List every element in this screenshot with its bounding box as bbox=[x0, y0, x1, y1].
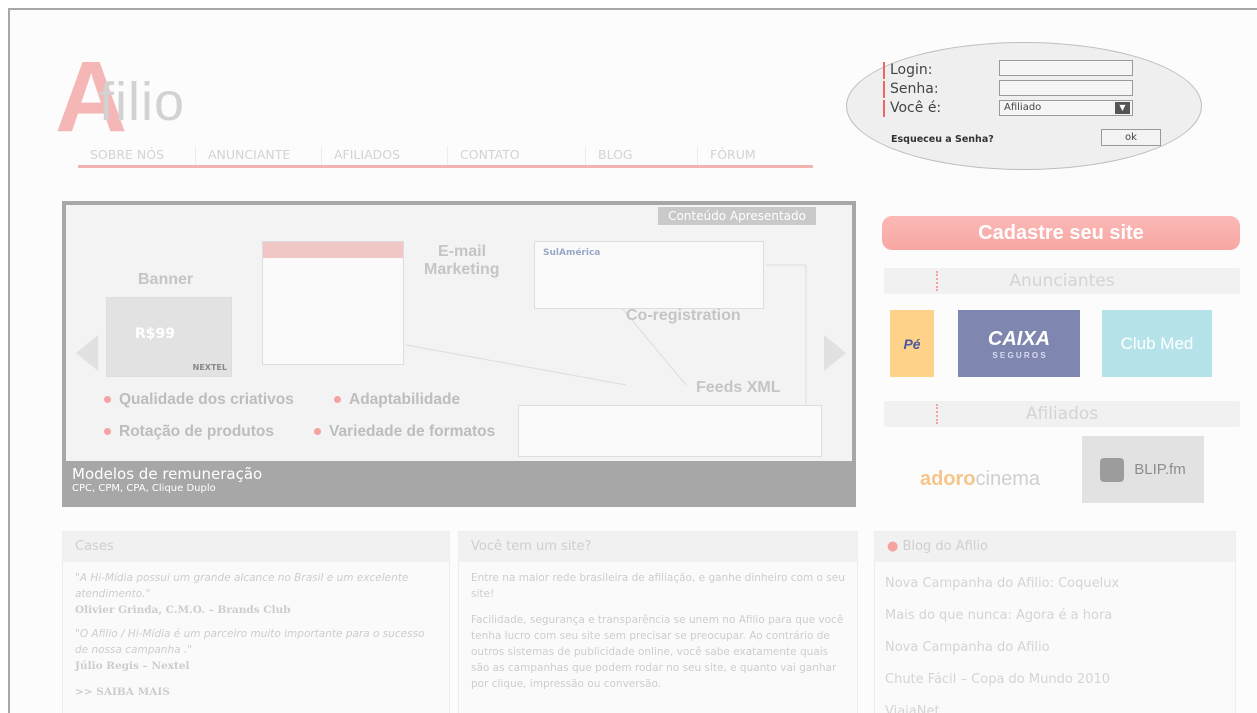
blog-link[interactable]: Mais do que nunca: Agora é a hora bbox=[875, 600, 1235, 632]
cadastre-site-button[interactable]: Cadastre seu site bbox=[882, 216, 1240, 250]
blog-link[interactable]: ViajaNet bbox=[875, 696, 1235, 713]
chevron-down-icon: ▼ bbox=[1115, 102, 1130, 114]
email-label-2: Marketing bbox=[424, 261, 500, 278]
caption-subtitle: CPC, CPM, CPA, Clique Duplo bbox=[72, 483, 216, 494]
case-quote-2: "O Afilio / Hi-Mídia é um parceiro muito… bbox=[75, 628, 425, 656]
blog-link[interactable]: Nova Campanha do Afilio bbox=[875, 632, 1235, 664]
nav-forum[interactable]: FÓRUM bbox=[698, 146, 810, 165]
rss-icon bbox=[1100, 457, 1125, 482]
email-label-1: E-mail bbox=[438, 243, 487, 260]
saiba-mais-link[interactable]: >> SAIBA MAIS bbox=[75, 684, 437, 700]
advertiser-logo-pe[interactable]: Pé bbox=[890, 310, 934, 377]
site-body: Facilidade, segurança e transparência se… bbox=[471, 614, 844, 690]
featured-carousel: Conteúdo Apresentado Banner R$99 NEXTEL … bbox=[62, 201, 856, 507]
featured-caption: Modelos de remuneração CPC, CPM, CPA, Cl… bbox=[72, 465, 262, 494]
login-input[interactable] bbox=[999, 60, 1133, 76]
header-divider bbox=[936, 404, 938, 424]
featured-tag: Conteúdo Apresentado bbox=[658, 207, 816, 225]
voce-label: Você é: bbox=[883, 100, 941, 117]
case-author-2: Júlio Regis – Nextel bbox=[75, 660, 190, 672]
user-type-select[interactable]: Afiliado ▼ bbox=[999, 100, 1133, 116]
bullet-adaptabilidade: Adaptabilidade bbox=[334, 391, 460, 409]
afilio-logo[interactable]: A filio bbox=[55, 47, 255, 147]
forgot-password-link[interactable]: Esqueceu a Senha? bbox=[891, 134, 994, 145]
nav-contato[interactable]: CONTATO bbox=[448, 146, 586, 165]
email-thumbnail bbox=[262, 241, 404, 365]
nav-anunciante[interactable]: ANUNCIANTE bbox=[196, 146, 322, 165]
featured-slide[interactable]: Conteúdo Apresentado Banner R$99 NEXTEL … bbox=[66, 205, 852, 461]
nav-blog[interactable]: BLOG bbox=[586, 146, 698, 165]
cases-panel: Cases "A Hi-Mídia possui um grande alcan… bbox=[62, 531, 450, 713]
blog-title: Blog do Afilio bbox=[902, 539, 988, 554]
coreg-label: Co-registration bbox=[626, 307, 741, 324]
banner-label: Banner bbox=[138, 271, 194, 288]
case-author-1: Olivier Grinda, C.M.O. – Brands Club bbox=[75, 604, 291, 616]
affiliate-logo-blip[interactable]: BLIP.fm bbox=[1082, 436, 1204, 503]
page-frame: A filio SOBRE NÓS ANUNCIANTE AFILIADOS C… bbox=[8, 8, 1257, 713]
caption-title: Modelos de remuneração bbox=[72, 465, 263, 483]
bullet-qualidade: Qualidade dos criativos bbox=[104, 391, 294, 409]
banner-brand: NEXTEL bbox=[192, 363, 227, 372]
anunciantes-title: Anunciantes bbox=[1009, 271, 1115, 291]
affiliate-logo-adorocinema[interactable]: adoro cinema bbox=[890, 446, 1070, 513]
cases-title: Cases bbox=[63, 532, 449, 562]
blog-link[interactable]: Chute Fácil – Copa do Mundo 2010 bbox=[875, 664, 1235, 696]
main-nav: SOBRE NÓS ANUNCIANTE AFILIADOS CONTATO B… bbox=[78, 146, 813, 168]
sulamerica-logo: SulAmérica bbox=[543, 248, 601, 258]
senha-input[interactable] bbox=[999, 80, 1133, 96]
blog-link[interactable]: Nova Campanha do Afilio: Coquelux bbox=[875, 568, 1235, 600]
user-type-value: Afiliado bbox=[1004, 102, 1042, 113]
coreg-thumbnail: SulAmérica bbox=[534, 241, 764, 309]
advertiser-logo-caixa[interactable]: CAIXA S E G U R O S bbox=[958, 310, 1080, 377]
feeds-thumbnail bbox=[518, 405, 822, 457]
nav-afiliados[interactable]: AFILIADOS bbox=[322, 146, 448, 165]
blog-header: ● Blog do Afilio bbox=[875, 532, 1235, 562]
case-quote-1: "A Hi-Mídia possui um grande alcance no … bbox=[75, 572, 409, 600]
carousel-next-arrow[interactable] bbox=[824, 335, 846, 371]
logo-word: filio bbox=[99, 72, 186, 132]
site-title: Você tem um site? bbox=[459, 532, 857, 562]
site-panel: Você tem um site? Entre na maior rede br… bbox=[458, 531, 858, 713]
blog-panel: ● Blog do Afilio Nova Campanha do Afilio… bbox=[874, 531, 1236, 713]
anunciantes-header: Anunciantes bbox=[884, 268, 1240, 294]
bullet-variedade: Variedade de formatos bbox=[314, 423, 495, 441]
header-divider bbox=[936, 271, 938, 291]
site-intro: Entre na maior rede brasileira de afilia… bbox=[471, 572, 845, 600]
banner-price: R$99 bbox=[135, 326, 176, 342]
pin-icon: ● bbox=[887, 539, 899, 554]
nav-sobre-nos[interactable]: SOBRE NÓS bbox=[78, 146, 196, 165]
advertiser-logo-clubmed[interactable]: Club Med bbox=[1102, 310, 1212, 377]
senha-label: Senha: bbox=[883, 81, 939, 98]
bullet-rotacao: Rotação de produtos bbox=[104, 423, 274, 441]
banner-thumbnail: R$99 NEXTEL bbox=[106, 297, 232, 377]
login-ok-button[interactable]: ok bbox=[1101, 129, 1161, 146]
login-panel: Login: Senha: Você é: Afiliado ▼ Esquece… bbox=[846, 42, 1202, 170]
afiliados-title: Afiliados bbox=[1025, 404, 1099, 424]
carousel-prev-arrow[interactable] bbox=[76, 335, 98, 371]
feeds-label: Feeds XML bbox=[696, 379, 781, 396]
afiliados-header: Afiliados bbox=[884, 401, 1240, 427]
login-label: Login: bbox=[883, 62, 933, 79]
